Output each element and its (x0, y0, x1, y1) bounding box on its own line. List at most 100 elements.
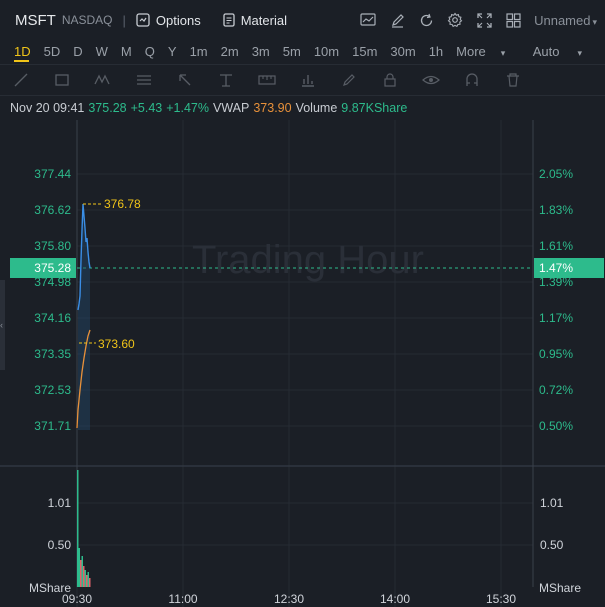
timeframe-15m[interactable]: 15m (352, 44, 377, 59)
text-tool-icon[interactable] (217, 71, 235, 89)
measure-icon[interactable] (258, 71, 276, 89)
pct-tick: 0.72% (539, 383, 573, 397)
settings-gear-icon[interactable] (444, 9, 466, 31)
time-tick: 15:30 (486, 592, 516, 606)
high-price-label: 376.78 (104, 197, 141, 211)
current-price-label: 375.28 (34, 261, 71, 275)
material-button[interactable]: Material (223, 13, 287, 28)
caret-down-icon: ▾ (500, 47, 506, 58)
pattern-icon[interactable] (94, 71, 112, 89)
timeframe-2m[interactable]: 2m (221, 44, 239, 59)
volume-bar (89, 578, 91, 587)
timeframe-m[interactable]: M (121, 44, 132, 59)
options-label: Options (155, 12, 201, 28)
timeframe-5m[interactable]: 5m (283, 44, 301, 59)
layout-grid-icon[interactable] (502, 9, 524, 31)
volume-unit-right: MShare (539, 581, 581, 595)
timeframe-bar: 1D 5D D W M Q Y 1m 2m 3m 5m 10m 15m 30m … (0, 40, 605, 62)
timeframe-1m[interactable]: 1m (190, 44, 208, 59)
price-tick: 372.53 (34, 383, 71, 397)
timeframe-1h[interactable]: 1h (429, 44, 443, 59)
price-chart[interactable]: Trading Hour 377.44 376.62 375.80 374.98… (0, 120, 605, 607)
volume-bar (83, 566, 85, 587)
quote-line: Nov 20 09:41 375.28 +5.43 +1.47% VWAP 37… (0, 98, 605, 118)
volume-tick: 0.50 (540, 538, 564, 552)
vwap-label: VWAP (212, 101, 250, 115)
active-tab-underline (14, 60, 29, 62)
price-tick: 377.44 (34, 167, 71, 181)
volume-value: 9.87KShare (341, 101, 408, 115)
toolbar-icons: Unnamed ▾ (350, 9, 597, 31)
low-price-label: 373.60 (98, 337, 135, 351)
quote-change-pct: +1.47% (166, 101, 209, 115)
timeframe-1d[interactable]: 1D (14, 44, 31, 59)
trash-icon[interactable] (504, 71, 522, 89)
timeframe-w[interactable]: W (96, 44, 108, 59)
brush-icon[interactable] (340, 71, 358, 89)
volume-label: Volume (295, 101, 338, 115)
time-tick: 11:00 (168, 592, 197, 606)
timeframe-30m[interactable]: 30m (390, 44, 415, 59)
pct-tick: 0.95% (539, 347, 573, 361)
time-tick: 14:00 (380, 592, 410, 606)
timeframe-3m[interactable]: 3m (252, 44, 270, 59)
timeframe-y[interactable]: Y (168, 44, 177, 59)
exchange-name: NASDAQ (61, 13, 113, 27)
fullscreen-icon[interactable] (473, 9, 495, 31)
pct-tick: 1.83% (539, 203, 573, 217)
more-label: More (456, 43, 486, 59)
pct-tick: 0.50% (539, 419, 573, 433)
quote-change: +5.43 (130, 101, 163, 115)
price-tick: 376.62 (34, 203, 71, 217)
document-icon (223, 13, 235, 27)
eye-icon[interactable] (422, 71, 440, 89)
options-button[interactable]: Options (136, 13, 201, 28)
caret-down-icon: ▾ (592, 16, 597, 27)
price-tick: 371.71 (34, 419, 71, 433)
timeframe-d[interactable]: D (73, 44, 82, 59)
price-tick: 373.35 (34, 347, 71, 361)
indicator-icon[interactable] (299, 71, 317, 89)
divider: | (122, 12, 126, 28)
volume-bars (77, 470, 91, 587)
timeframe-q[interactable]: Q (145, 44, 155, 59)
layout-name-dropdown[interactable]: Unnamed ▾ (534, 13, 597, 28)
quote-datetime: Nov 20 09:41 (10, 101, 85, 115)
pct-tick: 2.05% (539, 167, 573, 181)
refresh-icon[interactable] (415, 9, 437, 31)
timeframe-10m[interactable]: 10m (314, 44, 339, 59)
rectangle-icon[interactable] (53, 71, 71, 89)
vwap-value: 373.90 (253, 101, 292, 115)
volume-bar (80, 560, 82, 587)
options-icon (136, 13, 150, 27)
watermark-text: Trading Hour (192, 238, 424, 282)
volume-tick: 0.50 (48, 538, 72, 552)
trend-line-icon[interactable] (12, 71, 30, 89)
volume-bar (86, 575, 88, 587)
symbol-name[interactable]: MSFT (15, 12, 56, 29)
price-tick: 374.16 (34, 311, 71, 325)
pct-tick: 1.17% (539, 311, 573, 325)
edit-icon[interactable] (386, 9, 408, 31)
volume-bar (78, 548, 80, 587)
caret-down-icon: ▾ (577, 47, 582, 58)
timeframe-5d[interactable]: 5D (44, 44, 61, 59)
auto-dropdown[interactable]: Auto ▾ (533, 44, 595, 59)
magnet-icon[interactable] (463, 71, 481, 89)
time-tick: 09:30 (62, 592, 92, 606)
volume-bar (87, 572, 89, 587)
drawing-toolbar (0, 64, 605, 96)
volume-tick: 1.01 (540, 496, 564, 510)
price-tick: 375.80 (34, 239, 71, 253)
current-pct-label: 1.47% (539, 261, 573, 275)
layout-name: Unnamed (534, 12, 591, 28)
volume-bar (84, 570, 86, 587)
fibonacci-icon[interactable] (135, 71, 153, 89)
chart-type-icon[interactable] (357, 9, 379, 31)
time-tick: 12:30 (274, 592, 304, 606)
lock-icon[interactable] (381, 71, 399, 89)
auto-label: Auto (532, 43, 560, 59)
arrow-icon[interactable] (176, 71, 194, 89)
volume-bar (81, 556, 83, 587)
more-timeframes-dropdown[interactable]: More ▾ (456, 44, 518, 59)
